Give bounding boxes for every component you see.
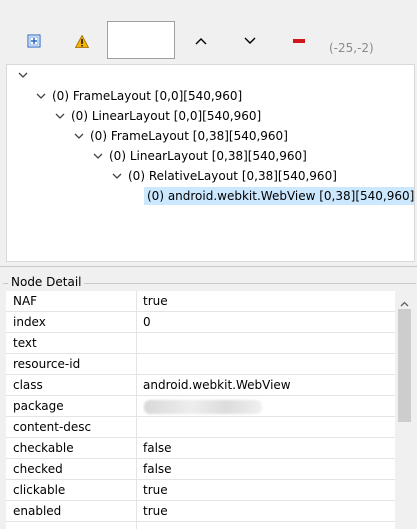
property-key: clickable bbox=[13, 483, 66, 497]
tree-node-selected[interactable]: (0) android.webkit.WebView [0,38][540,96… bbox=[144, 187, 414, 205]
tree-node[interactable]: (0) LinearLayout [0,0][540,960] bbox=[71, 107, 261, 125]
table-row[interactable]: text bbox=[6, 333, 395, 354]
table-row[interactable]: NAF true bbox=[6, 291, 395, 312]
chevron-up-icon[interactable] bbox=[193, 33, 209, 49]
remove-icon[interactable] bbox=[291, 33, 307, 49]
property-key: enabled bbox=[13, 504, 62, 518]
table-row[interactable]: content-desc bbox=[6, 417, 395, 438]
search-input[interactable] bbox=[107, 21, 175, 59]
table-row[interactable]: package bbox=[6, 396, 395, 417]
property-value: true bbox=[143, 294, 168, 308]
hierarchy-tree[interactable]: (0) FrameLayout [0,0][540,960] (0) Linea… bbox=[6, 64, 415, 262]
property-key: text bbox=[13, 336, 37, 350]
property-key: checkable bbox=[13, 441, 74, 455]
node-detail-table: NAF true index 0 text resource-id class … bbox=[6, 291, 395, 529]
redacted-value bbox=[144, 400, 262, 414]
table-row[interactable]: clickable true bbox=[6, 480, 395, 501]
table-row[interactable]: class android.webkit.WebView bbox=[6, 375, 395, 396]
property-key: resource-id bbox=[13, 357, 81, 371]
chevron-down-icon[interactable] bbox=[35, 87, 47, 105]
property-key: class bbox=[13, 378, 43, 392]
chevron-down-icon[interactable] bbox=[92, 147, 104, 165]
chevron-down-icon[interactable] bbox=[242, 33, 258, 49]
tree-node[interactable]: (0) FrameLayout [0,38][540,960] bbox=[90, 127, 288, 145]
property-key: checked bbox=[13, 462, 63, 476]
property-key: package bbox=[13, 399, 64, 413]
property-value: false bbox=[143, 441, 172, 455]
tree-node[interactable]: (0) RelativeLayout [0,38][540,960] bbox=[128, 167, 337, 185]
chevron-down-icon[interactable] bbox=[54, 107, 66, 125]
property-key: NAF bbox=[13, 294, 38, 308]
chevron-down-icon[interactable] bbox=[111, 167, 123, 185]
property-value: true bbox=[143, 483, 168, 497]
vertical-scrollbar[interactable] bbox=[396, 291, 413, 529]
chevron-down-icon[interactable] bbox=[73, 127, 85, 145]
property-key: content-desc bbox=[13, 420, 92, 434]
toolbar: (-25,-2) bbox=[0, 0, 417, 64]
property-key: index bbox=[13, 315, 46, 329]
table-row[interactable]: resource-id bbox=[6, 354, 395, 375]
property-value: 0 bbox=[143, 315, 151, 329]
property-value: true bbox=[143, 504, 168, 518]
property-value: false bbox=[143, 462, 172, 476]
scroll-thumb[interactable] bbox=[398, 309, 411, 422]
scroll-up-icon[interactable] bbox=[400, 296, 409, 310]
warning-icon[interactable] bbox=[74, 33, 90, 49]
chevron-down-icon[interactable] bbox=[17, 66, 29, 84]
coordinate-readout: (-25,-2) bbox=[329, 41, 374, 55]
table-row[interactable]: index 0 bbox=[6, 312, 395, 333]
table-row[interactable]: checked false bbox=[6, 459, 395, 480]
panel-divider[interactable] bbox=[0, 266, 417, 267]
tree-node[interactable]: (0) FrameLayout [0,0][540,960] bbox=[52, 87, 242, 105]
node-detail-title: Node Detail bbox=[8, 275, 85, 289]
expand-all-icon[interactable] bbox=[26, 33, 42, 49]
table-row[interactable]: enabled true bbox=[6, 501, 395, 522]
tree-node[interactable]: (0) LinearLayout [0,38][540,960] bbox=[109, 147, 307, 165]
property-value: android.webkit.WebView bbox=[143, 378, 291, 392]
table-row[interactable]: checkable false bbox=[6, 438, 395, 459]
